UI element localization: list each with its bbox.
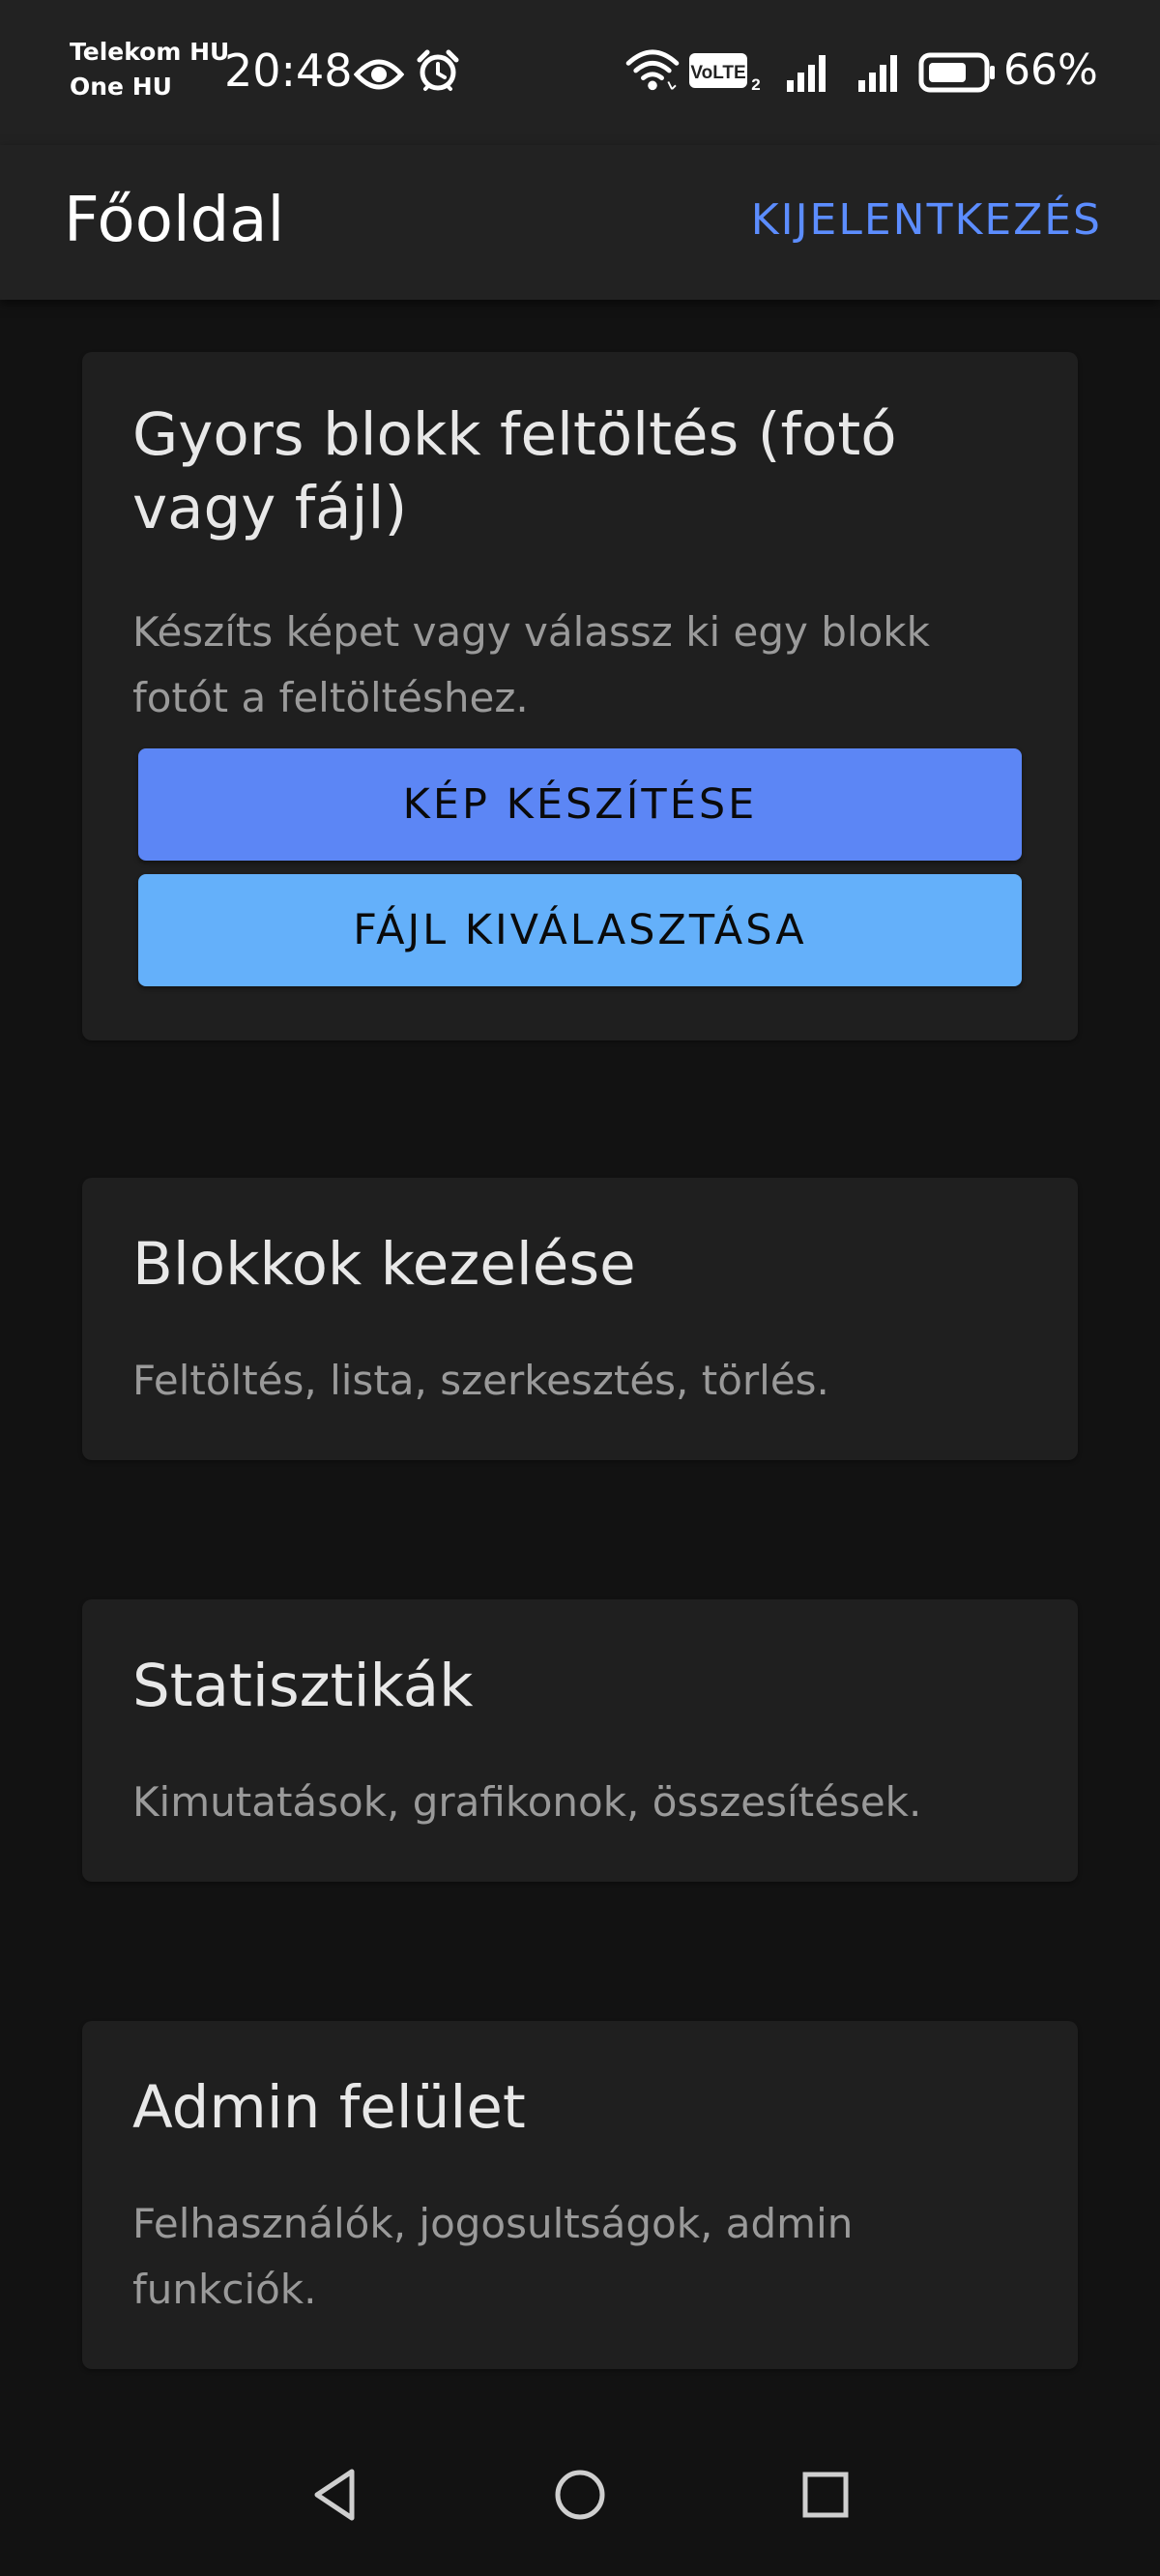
signal-icon <box>787 55 826 92</box>
wifi-icon <box>625 49 680 91</box>
statistics-description: Kimutatások, grafikonok, összesítések. <box>132 1778 922 1826</box>
recents-icon <box>802 2472 849 2518</box>
sim-index: 2 <box>751 75 760 94</box>
home-button[interactable] <box>532 2446 628 2543</box>
manage-blocks-card[interactable]: Blokkok kezelése Feltöltés, lista, szerk… <box>82 1178 1078 1460</box>
manage-blocks-description: Feltöltés, lista, szerkesztés, törlés. <box>132 1357 829 1404</box>
admin-card[interactable]: Admin felület Felhasználók, jogosultságo… <box>82 2021 1078 2369</box>
app-bar: Főoldal KIJELENTKEZÉS <box>0 145 1160 300</box>
take-photo-button[interactable]: KÉP KÉSZÍTÉSE <box>138 748 1022 861</box>
page-title: Főoldal <box>64 185 285 256</box>
volte-icon: VoLTE 2 <box>689 53 761 94</box>
carrier-line-2: One HU <box>70 73 172 101</box>
system-nav-bar <box>0 2417 1160 2576</box>
manage-blocks-title: Blokkok kezelése <box>132 1230 636 1299</box>
status-bar: Telekom HU One HU 20:48 VoLTE 2 66% <box>0 0 1160 145</box>
statistics-card[interactable]: Statisztikák Kimutatások, grafikonok, ös… <box>82 1599 1078 1882</box>
admin-title: Admin felület <box>132 2073 526 2142</box>
statistics-title: Statisztikák <box>132 1652 474 1720</box>
carrier-line-1: Telekom HU <box>70 38 230 66</box>
alarm-icon <box>417 49 459 91</box>
battery-percent: 66% <box>1003 45 1098 95</box>
eye-icon <box>354 59 404 90</box>
battery-icon <box>918 52 995 93</box>
home-screen: Telekom HU One HU 20:48 VoLTE 2 66% Főol… <box>0 0 1160 2576</box>
clock: 20:48 <box>224 44 353 97</box>
quick-upload-description: Készíts képet vagy válassz ki egy blokk … <box>132 608 930 721</box>
carrier-info: Telekom HU One HU <box>70 35 229 104</box>
quick-upload-title: Gyors blokk feltöltés (fotó vagy fájl) <box>132 400 897 542</box>
choose-file-button[interactable]: FÁJL KIVÁLASZTÁSA <box>138 874 1022 986</box>
logout-button[interactable]: KIJELENTKEZÉS <box>751 182 1102 259</box>
volte-label: VoLTE <box>690 63 745 83</box>
back-icon <box>314 2469 355 2521</box>
recents-button[interactable] <box>777 2446 874 2543</box>
back-button[interactable] <box>286 2446 383 2543</box>
admin-description: Felhasználók, jogosultságok, admin funkc… <box>132 2200 854 2313</box>
signal-icon <box>858 55 897 92</box>
home-icon <box>555 2470 605 2520</box>
quick-upload-card: Gyors blokk feltöltés (fotó vagy fájl) K… <box>82 352 1078 1040</box>
